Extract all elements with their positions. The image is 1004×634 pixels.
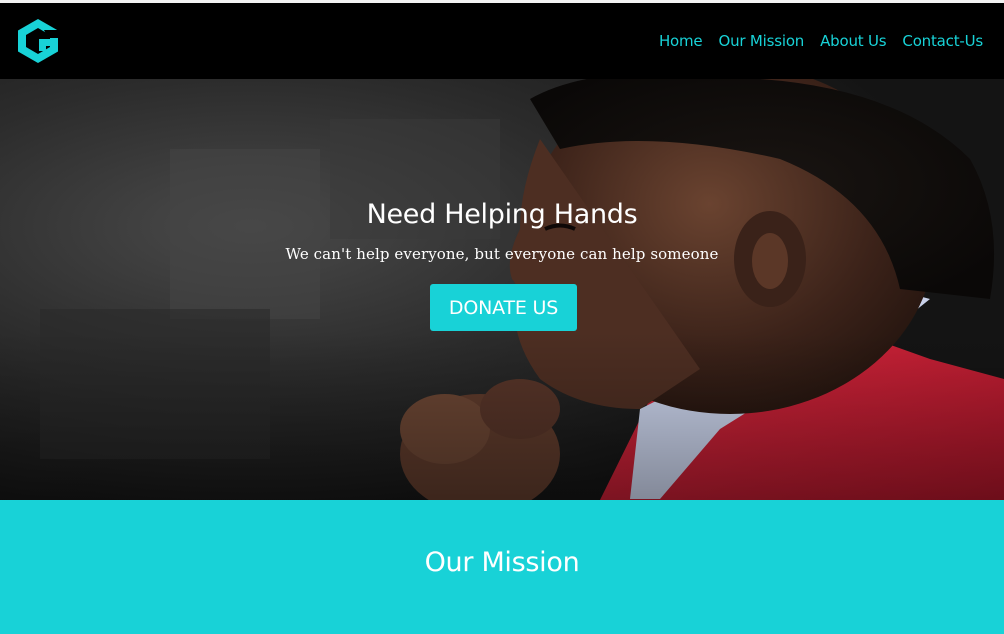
hero-title: Need Helping Hands <box>366 199 638 230</box>
nav-links: Home Our Mission About Us Contact-Us <box>659 3 983 79</box>
navbar: Home Our Mission About Us Contact-Us <box>0 3 1004 79</box>
nav-link-contact-us[interactable]: Contact-Us <box>902 32 983 50</box>
g-hexagon-logo-icon[interactable] <box>15 17 61 65</box>
mission-section: Our Mission <box>0 500 1004 634</box>
hero-subtitle: We can't help everyone, but everyone can… <box>285 245 719 263</box>
hero-section: Need Helping Hands We can't help everyon… <box>0 79 1004 500</box>
donate-button[interactable]: DONATE US <box>430 284 577 331</box>
nav-link-home[interactable]: Home <box>659 32 703 50</box>
hero-content: Need Helping Hands We can't help everyon… <box>0 79 1004 500</box>
mission-title: Our Mission <box>424 547 580 578</box>
nav-link-about-us[interactable]: About Us <box>820 32 887 50</box>
nav-link-our-mission[interactable]: Our Mission <box>718 32 804 50</box>
